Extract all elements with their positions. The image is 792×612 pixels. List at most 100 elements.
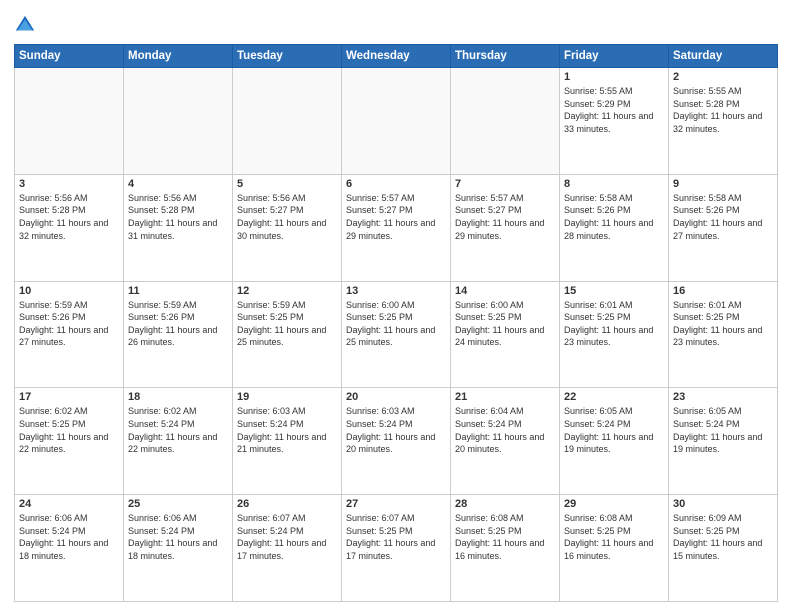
day-number: 13 <box>346 285 446 297</box>
day-info: Sunrise: 5:55 AM Sunset: 5:29 PM Dayligh… <box>564 85 664 135</box>
weekday-header: Thursday <box>451 45 560 68</box>
calendar-week-row: 17 Sunrise: 6:02 AM Sunset: 5:25 PM Dayl… <box>15 388 778 495</box>
calendar-day-cell: 2 Sunrise: 5:55 AM Sunset: 5:28 PM Dayli… <box>669 68 778 175</box>
calendar-day-cell: 10 Sunrise: 5:59 AM Sunset: 5:26 PM Dayl… <box>15 281 124 388</box>
weekday-header: Friday <box>560 45 669 68</box>
calendar-header: SundayMondayTuesdayWednesdayThursdayFrid… <box>15 45 778 68</box>
day-number: 14 <box>455 285 555 297</box>
calendar-day-cell: 19 Sunrise: 6:03 AM Sunset: 5:24 PM Dayl… <box>233 388 342 495</box>
day-info: Sunrise: 5:56 AM Sunset: 5:28 PM Dayligh… <box>128 192 228 242</box>
day-number: 23 <box>673 391 773 403</box>
day-number: 16 <box>673 285 773 297</box>
calendar-day-cell: 16 Sunrise: 6:01 AM Sunset: 5:25 PM Dayl… <box>669 281 778 388</box>
calendar-day-cell: 18 Sunrise: 6:02 AM Sunset: 5:24 PM Dayl… <box>124 388 233 495</box>
day-number: 26 <box>237 498 337 510</box>
calendar-day-cell: 30 Sunrise: 6:09 AM Sunset: 5:25 PM Dayl… <box>669 495 778 602</box>
day-number: 18 <box>128 391 228 403</box>
day-number: 24 <box>19 498 119 510</box>
day-number: 28 <box>455 498 555 510</box>
day-number: 7 <box>455 178 555 190</box>
day-number: 8 <box>564 178 664 190</box>
day-info: Sunrise: 6:03 AM Sunset: 5:24 PM Dayligh… <box>346 405 446 455</box>
day-number: 5 <box>237 178 337 190</box>
calendar-day-cell <box>342 68 451 175</box>
day-info: Sunrise: 5:58 AM Sunset: 5:26 PM Dayligh… <box>564 192 664 242</box>
calendar-body: 1 Sunrise: 5:55 AM Sunset: 5:29 PM Dayli… <box>15 68 778 602</box>
calendar-day-cell: 15 Sunrise: 6:01 AM Sunset: 5:25 PM Dayl… <box>560 281 669 388</box>
weekday-header: Tuesday <box>233 45 342 68</box>
calendar-day-cell: 23 Sunrise: 6:05 AM Sunset: 5:24 PM Dayl… <box>669 388 778 495</box>
calendar-table: SundayMondayTuesdayWednesdayThursdayFrid… <box>14 44 778 602</box>
calendar-day-cell: 17 Sunrise: 6:02 AM Sunset: 5:25 PM Dayl… <box>15 388 124 495</box>
day-info: Sunrise: 6:05 AM Sunset: 5:24 PM Dayligh… <box>564 405 664 455</box>
day-info: Sunrise: 6:09 AM Sunset: 5:25 PM Dayligh… <box>673 512 773 562</box>
day-number: 6 <box>346 178 446 190</box>
calendar-day-cell: 6 Sunrise: 5:57 AM Sunset: 5:27 PM Dayli… <box>342 174 451 281</box>
day-number: 20 <box>346 391 446 403</box>
day-number: 21 <box>455 391 555 403</box>
calendar-day-cell: 11 Sunrise: 5:59 AM Sunset: 5:26 PM Dayl… <box>124 281 233 388</box>
day-info: Sunrise: 6:00 AM Sunset: 5:25 PM Dayligh… <box>346 299 446 349</box>
calendar-day-cell: 13 Sunrise: 6:00 AM Sunset: 5:25 PM Dayl… <box>342 281 451 388</box>
calendar-day-cell: 26 Sunrise: 6:07 AM Sunset: 5:24 PM Dayl… <box>233 495 342 602</box>
weekday-header: Monday <box>124 45 233 68</box>
calendar-day-cell: 27 Sunrise: 6:07 AM Sunset: 5:25 PM Dayl… <box>342 495 451 602</box>
day-info: Sunrise: 6:02 AM Sunset: 5:24 PM Dayligh… <box>128 405 228 455</box>
day-info: Sunrise: 6:07 AM Sunset: 5:25 PM Dayligh… <box>346 512 446 562</box>
calendar-day-cell: 7 Sunrise: 5:57 AM Sunset: 5:27 PM Dayli… <box>451 174 560 281</box>
calendar-day-cell: 22 Sunrise: 6:05 AM Sunset: 5:24 PM Dayl… <box>560 388 669 495</box>
day-number: 1 <box>564 71 664 83</box>
day-info: Sunrise: 5:58 AM Sunset: 5:26 PM Dayligh… <box>673 192 773 242</box>
calendar-day-cell: 20 Sunrise: 6:03 AM Sunset: 5:24 PM Dayl… <box>342 388 451 495</box>
day-number: 22 <box>564 391 664 403</box>
day-number: 3 <box>19 178 119 190</box>
weekday-row: SundayMondayTuesdayWednesdayThursdayFrid… <box>15 45 778 68</box>
calendar-day-cell: 21 Sunrise: 6:04 AM Sunset: 5:24 PM Dayl… <box>451 388 560 495</box>
weekday-header: Wednesday <box>342 45 451 68</box>
day-info: Sunrise: 6:03 AM Sunset: 5:24 PM Dayligh… <box>237 405 337 455</box>
day-info: Sunrise: 6:00 AM Sunset: 5:25 PM Dayligh… <box>455 299 555 349</box>
calendar-day-cell: 29 Sunrise: 6:08 AM Sunset: 5:25 PM Dayl… <box>560 495 669 602</box>
calendar-day-cell <box>15 68 124 175</box>
calendar-week-row: 3 Sunrise: 5:56 AM Sunset: 5:28 PM Dayli… <box>15 174 778 281</box>
calendar-day-cell: 8 Sunrise: 5:58 AM Sunset: 5:26 PM Dayli… <box>560 174 669 281</box>
calendar-day-cell: 28 Sunrise: 6:08 AM Sunset: 5:25 PM Dayl… <box>451 495 560 602</box>
day-info: Sunrise: 5:55 AM Sunset: 5:28 PM Dayligh… <box>673 85 773 135</box>
calendar-day-cell <box>124 68 233 175</box>
weekday-header: Sunday <box>15 45 124 68</box>
logo <box>14 14 40 36</box>
day-number: 11 <box>128 285 228 297</box>
calendar-day-cell: 25 Sunrise: 6:06 AM Sunset: 5:24 PM Dayl… <box>124 495 233 602</box>
day-number: 10 <box>19 285 119 297</box>
page: SundayMondayTuesdayWednesdayThursdayFrid… <box>0 0 792 612</box>
day-info: Sunrise: 6:07 AM Sunset: 5:24 PM Dayligh… <box>237 512 337 562</box>
day-info: Sunrise: 5:57 AM Sunset: 5:27 PM Dayligh… <box>455 192 555 242</box>
day-number: 9 <box>673 178 773 190</box>
day-number: 4 <box>128 178 228 190</box>
day-info: Sunrise: 6:01 AM Sunset: 5:25 PM Dayligh… <box>564 299 664 349</box>
header <box>14 10 778 36</box>
day-number: 12 <box>237 285 337 297</box>
day-info: Sunrise: 5:56 AM Sunset: 5:27 PM Dayligh… <box>237 192 337 242</box>
calendar-day-cell: 14 Sunrise: 6:00 AM Sunset: 5:25 PM Dayl… <box>451 281 560 388</box>
calendar-day-cell <box>233 68 342 175</box>
calendar-day-cell: 9 Sunrise: 5:58 AM Sunset: 5:26 PM Dayli… <box>669 174 778 281</box>
calendar-day-cell: 1 Sunrise: 5:55 AM Sunset: 5:29 PM Dayli… <box>560 68 669 175</box>
day-info: Sunrise: 6:08 AM Sunset: 5:25 PM Dayligh… <box>564 512 664 562</box>
calendar-day-cell <box>451 68 560 175</box>
day-number: 27 <box>346 498 446 510</box>
day-info: Sunrise: 5:59 AM Sunset: 5:26 PM Dayligh… <box>19 299 119 349</box>
day-info: Sunrise: 6:06 AM Sunset: 5:24 PM Dayligh… <box>128 512 228 562</box>
day-info: Sunrise: 5:57 AM Sunset: 5:27 PM Dayligh… <box>346 192 446 242</box>
day-info: Sunrise: 6:01 AM Sunset: 5:25 PM Dayligh… <box>673 299 773 349</box>
calendar-day-cell: 5 Sunrise: 5:56 AM Sunset: 5:27 PM Dayli… <box>233 174 342 281</box>
weekday-header: Saturday <box>669 45 778 68</box>
calendar-week-row: 24 Sunrise: 6:06 AM Sunset: 5:24 PM Dayl… <box>15 495 778 602</box>
calendar-day-cell: 24 Sunrise: 6:06 AM Sunset: 5:24 PM Dayl… <box>15 495 124 602</box>
calendar-week-row: 1 Sunrise: 5:55 AM Sunset: 5:29 PM Dayli… <box>15 68 778 175</box>
day-info: Sunrise: 6:04 AM Sunset: 5:24 PM Dayligh… <box>455 405 555 455</box>
day-number: 25 <box>128 498 228 510</box>
day-info: Sunrise: 6:05 AM Sunset: 5:24 PM Dayligh… <box>673 405 773 455</box>
day-info: Sunrise: 5:59 AM Sunset: 5:25 PM Dayligh… <box>237 299 337 349</box>
day-number: 2 <box>673 71 773 83</box>
